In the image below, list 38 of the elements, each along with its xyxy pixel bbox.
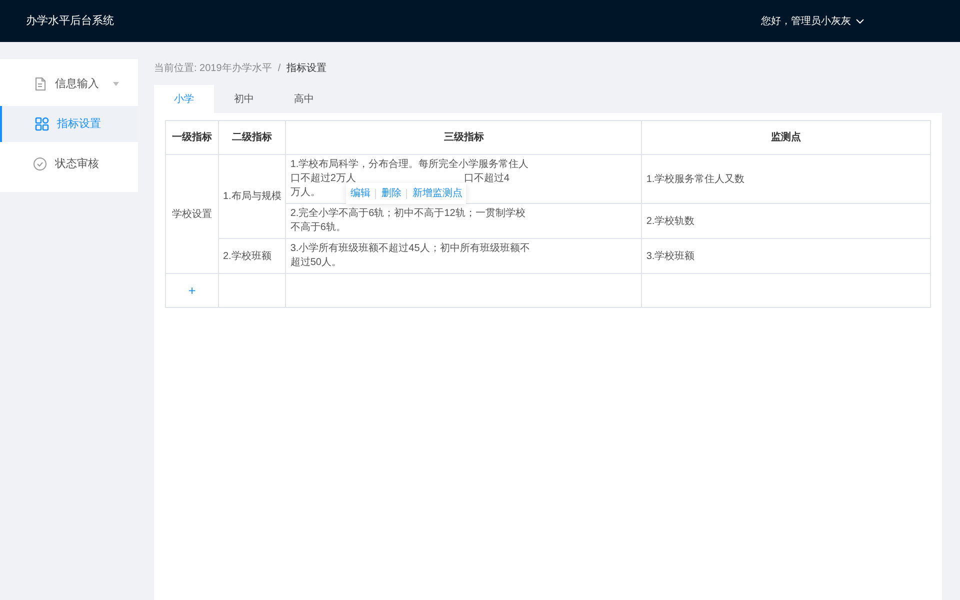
table-cell-text: 口不超过4: [464, 172, 510, 186]
table-cell-text: 不高于6轨。: [290, 221, 346, 235]
table-cell-text: 3.小学所有班级班额不超过45人；初中所有班级班额不: [290, 242, 530, 256]
table-cell: 1.学校服务常住人又数: [646, 174, 745, 184]
table-cell-text: 超过50人。: [290, 256, 342, 270]
table-cell-text: 2.完全小学不高于6轨；初中不高于12轨；一贯制学校: [290, 207, 526, 221]
tab[interactable]: 高中: [274, 85, 334, 113]
document-icon: [33, 77, 47, 91]
sidebar-item[interactable]: 信息输入: [0, 66, 138, 102]
table-cell-text: 万人。: [290, 186, 320, 200]
breadcrumb-separator: /: [278, 62, 281, 76]
table-cell: 2.学校班额: [223, 250, 272, 262]
grid-icon: [35, 117, 49, 131]
table-cell: 3.学校班额: [646, 250, 695, 262]
table-cell: 学校设置: [172, 208, 212, 220]
column-header: 三级指标: [444, 132, 484, 143]
table-cell-text: 1.学校布局科学，分布合理。每所完全小学服务常住人: [290, 158, 529, 172]
action-link[interactable]: 编辑: [350, 186, 370, 201]
tab[interactable]: 小学: [154, 85, 214, 113]
column-header: 二级指标: [232, 132, 272, 143]
column-header: 一级指标: [172, 132, 212, 143]
caret-down-icon: [113, 82, 119, 86]
user-menu[interactable]: 您好，管理员小灰灰: [761, 14, 864, 28]
breadcrumb-current: 指标设置: [286, 62, 327, 76]
table-cell: 1.布局与规模: [223, 191, 282, 202]
table-cell-text: 口不超过2万人: [290, 172, 356, 186]
table-cell: 2.学校轨数: [646, 216, 695, 226]
sidebar-item[interactable]: 状态审核: [0, 146, 138, 182]
sidebar-item[interactable]: 指标设置: [0, 106, 138, 142]
breadcrumb-path: 当前位置: 2019年办学水平: [154, 62, 272, 76]
app-title: 办学水平后台系统: [26, 14, 114, 29]
action-link[interactable]: 删除: [381, 186, 402, 201]
check-circle-icon: [33, 157, 47, 171]
chevron-down-icon: [856, 18, 864, 24]
action-link[interactable]: 新增监测点: [412, 186, 462, 201]
tab[interactable]: 初中: [214, 85, 274, 113]
column-header: 监测点: [771, 132, 802, 143]
add-button[interactable]: +: [188, 280, 196, 300]
